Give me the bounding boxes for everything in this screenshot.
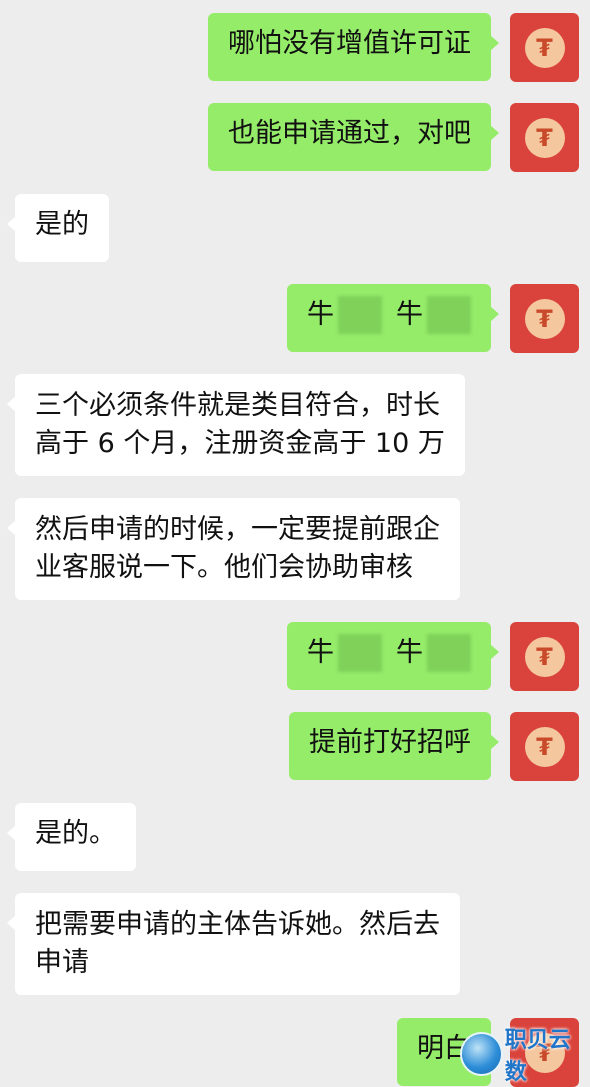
message-text: 也能申请通过，对吧 [228, 118, 471, 149]
message-text-line: 业客服说一下。他们会协助审核 [35, 552, 413, 583]
message-text: 是的 [35, 209, 89, 240]
message-text: 牛 [396, 637, 423, 668]
message-bubble-outgoing[interactable]: 牛牛 [287, 284, 499, 352]
watermark: 职贝云数 [462, 1028, 590, 1085]
message-text: 提前打好招呼 [309, 727, 471, 758]
avatar[interactable]: ₮ [510, 103, 579, 172]
message-bubble-outgoing[interactable]: 牛牛 [287, 622, 499, 690]
message-bubble-outgoing[interactable]: 也能申请通过，对吧 [208, 103, 499, 171]
message-text-line: 然后申请的时候，一定要提前跟企 [35, 514, 440, 545]
avatar[interactable]: ₮ [510, 622, 579, 691]
message-bubble-incoming[interactable]: 是的 [7, 194, 109, 262]
message-bubble-incoming[interactable]: 把需要申请的主体告诉她。然后去 申请 [7, 893, 460, 995]
message-text-line: 高于 6 个月，注册资金高于 10 万 [35, 428, 445, 459]
redacted-text [338, 634, 382, 672]
message-bubble-incoming[interactable]: 然后申请的时候，一定要提前跟企 业客服说一下。他们会协助审核 [7, 498, 460, 600]
message-text: 是的。 [35, 818, 116, 849]
message-text: 哪怕没有增值许可证 [228, 28, 471, 59]
avatar[interactable]: ₮ [510, 284, 579, 353]
message-text: 牛 [307, 299, 334, 330]
coin-icon: ₮ [524, 27, 565, 68]
coin-icon: ₮ [524, 636, 565, 677]
redacted-text [427, 634, 471, 672]
message-text-line: 三个必须条件就是类目符合，时长 [35, 390, 440, 421]
redacted-text [338, 296, 382, 334]
watermark-text: 职贝云数 [504, 1028, 571, 1085]
watermark-logo-icon [462, 1034, 501, 1074]
avatar[interactable]: ₮ [510, 13, 579, 82]
message-bubble-outgoing[interactable]: 哪怕没有增值许可证 [208, 13, 499, 81]
message-text: 牛 [396, 299, 423, 330]
message-text-line: 申请 [35, 947, 89, 978]
coin-icon: ₮ [524, 117, 565, 158]
coin-icon: ₮ [524, 298, 565, 339]
message-bubble-outgoing[interactable]: 提前打好招呼 [289, 712, 499, 780]
redacted-text [427, 296, 471, 334]
message-bubble-incoming[interactable]: 三个必须条件就是类目符合，时长 高于 6 个月，注册资金高于 10 万 [7, 374, 465, 476]
message-bubble-incoming[interactable]: 是的。 [7, 803, 136, 871]
message-text-line: 把需要申请的主体告诉她。然后去 [35, 909, 440, 940]
avatar[interactable]: ₮ [510, 712, 579, 781]
message-text: 牛 [307, 637, 334, 668]
coin-icon: ₮ [524, 726, 565, 767]
